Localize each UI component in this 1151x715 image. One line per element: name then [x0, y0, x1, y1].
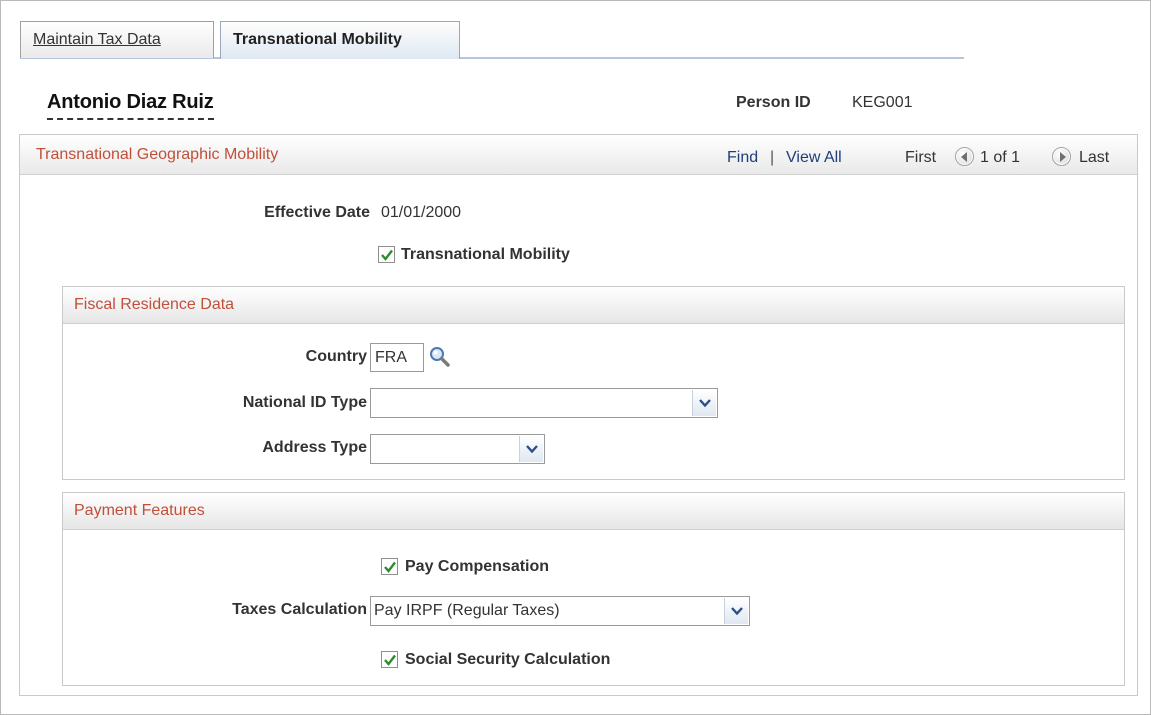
effective-date-label: Effective Date — [264, 204, 370, 221]
pay-compensation-label: Pay Compensation — [405, 558, 550, 575]
pay-compensation-checkbox[interactable] — [381, 558, 398, 575]
person-name: Antonio Diaz Ruiz — [47, 91, 214, 120]
checkmark-icon — [381, 249, 393, 261]
taxes-calculation-label: Taxes Calculation — [232, 601, 367, 618]
chevron-down-icon[interactable] — [724, 598, 748, 624]
last-label: Last — [1079, 149, 1110, 166]
country-field[interactable]: FRA — [370, 343, 424, 372]
national-id-type-label: National ID Type — [242, 394, 367, 411]
chevron-down-icon[interactable] — [692, 390, 716, 416]
address-type-select[interactable] — [370, 434, 545, 464]
tab-transnational-mobility[interactable]: Transnational Mobility — [220, 21, 460, 59]
view-all-link[interactable]: View All — [786, 149, 842, 167]
chevron-down-icon[interactable] — [519, 436, 543, 462]
transnational-mobility-label: Transnational Mobility — [401, 246, 570, 263]
checkmark-icon — [384, 561, 396, 573]
tab-label: Maintain Tax Data — [33, 31, 161, 48]
row-position: 1 of 1 — [980, 149, 1021, 166]
country-label: Country — [305, 348, 367, 365]
magnifier-icon[interactable] — [428, 345, 452, 369]
mobility-panel-title: Transnational Geographic Mobility — [36, 146, 279, 163]
tab-maintain-tax-data[interactable]: Maintain Tax Data — [20, 21, 214, 58]
transnational-mobility-checkbox[interactable] — [378, 246, 395, 263]
fiscal-residence-title: Fiscal Residence Data — [74, 296, 235, 313]
national-id-type-select[interactable] — [370, 388, 718, 418]
taxes-calculation-value: Pay IRPF (Regular Taxes) — [374, 602, 560, 619]
social-security-label: Social Security Calculation — [405, 651, 611, 668]
person-id-value: KEG001 — [852, 94, 913, 111]
nav-separator: | — [770, 149, 775, 166]
taxes-calculation-select[interactable]: Pay IRPF (Regular Taxes) — [370, 596, 750, 626]
person-id-label: Person ID — [736, 94, 811, 111]
previous-icon[interactable] — [955, 147, 974, 166]
payment-features-title: Payment Features — [74, 502, 205, 519]
next-icon[interactable] — [1052, 147, 1071, 166]
payment-features-header — [63, 493, 1124, 530]
checkmark-icon — [384, 654, 396, 666]
first-label: First — [905, 149, 937, 166]
effective-date-value: 01/01/2000 — [381, 204, 462, 221]
find-link[interactable]: Find — [727, 149, 758, 167]
tab-label: Transnational Mobility — [233, 31, 402, 48]
address-type-label: Address Type — [262, 439, 367, 456]
social-security-checkbox[interactable] — [381, 651, 398, 668]
